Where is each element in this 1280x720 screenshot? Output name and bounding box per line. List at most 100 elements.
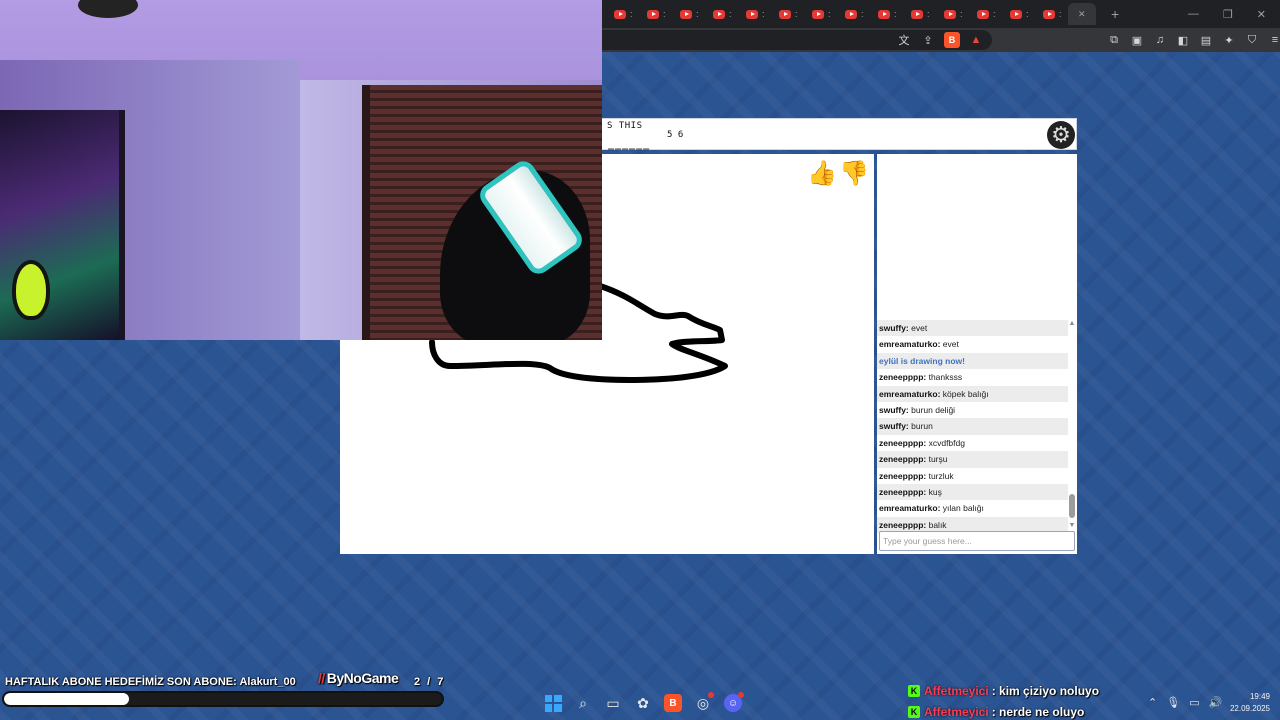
close-icon[interactable]: :	[696, 9, 699, 19]
screenshot-icon[interactable]: ▣	[1129, 32, 1145, 48]
browser-tab[interactable]: :	[639, 3, 669, 25]
thumbs-down-icon[interactable]: 👍	[839, 158, 869, 188]
search-icon[interactable]: ⌕	[572, 692, 594, 714]
network-icon[interactable]: ▭	[1189, 696, 1199, 709]
close-icon[interactable]: :	[795, 9, 798, 19]
close-icon[interactable]: :	[861, 9, 864, 19]
windows-start-icon[interactable]	[542, 692, 564, 714]
chat-message: zeneepppp: turzluk	[877, 468, 1068, 484]
gear-icon[interactable]: ⚙	[1047, 121, 1075, 149]
media-icon[interactable]: ♫	[1152, 32, 1168, 48]
word-hint-label: S THIS	[607, 121, 643, 131]
chat-text: thanksss	[926, 372, 963, 383]
brave-rewards-icon[interactable]: ▲	[968, 32, 984, 48]
menu-icon[interactable]: ≡	[1267, 32, 1280, 48]
youtube-icon	[614, 9, 626, 19]
leo-ai-icon[interactable]: ✦	[1221, 32, 1237, 48]
chat-text: burun	[908, 421, 933, 432]
brand-logo: //ByNoGame	[318, 670, 399, 686]
browser-tab-active[interactable]: ✕	[1068, 3, 1096, 25]
chat-text: turşu	[926, 454, 948, 465]
close-icon[interactable]: :	[663, 9, 666, 19]
word-length-indicator: 5 6	[667, 130, 684, 140]
close-icon[interactable]: ✕	[1078, 9, 1086, 19]
vpn-icon[interactable]: ⛉	[1244, 32, 1260, 48]
close-icon[interactable]: :	[993, 9, 996, 19]
scroll-thumb[interactable]	[1069, 494, 1075, 518]
youtube-icon	[1010, 9, 1022, 19]
close-icon[interactable]: :	[729, 9, 732, 19]
taskbar: ⌕ ▭ ✿ B ◎ ☺ ⌃ 🎙 ▭ 🔊	[0, 688, 1280, 720]
chat-log: swuffy: evet emreamaturko: evet eylül is d…	[877, 320, 1068, 534]
chat-message: emreamaturko: yılan balığı	[877, 500, 1068, 516]
volume-icon[interactable]: 🔊	[1209, 696, 1223, 709]
close-window-button[interactable]: ✕	[1257, 8, 1266, 21]
scroll-down-icon[interactable]: ▼	[1068, 522, 1076, 530]
chat-text: evet	[940, 339, 959, 350]
close-icon[interactable]: :	[630, 9, 633, 19]
chat-username: zeneepppp:	[879, 372, 927, 383]
youtube-icon	[680, 9, 692, 19]
chat-username: emreamaturko:	[879, 388, 941, 399]
close-icon[interactable]: :	[1059, 9, 1062, 19]
chat-message: zeneepppp: xcvdfbfdg	[877, 435, 1068, 451]
close-icon[interactable]: :	[894, 9, 897, 19]
youtube-icon	[746, 9, 758, 19]
discord-icon[interactable]: ☺	[722, 692, 744, 714]
thumbs-up-icon[interactable]: 👍	[807, 158, 837, 188]
wallet-icon[interactable]: ▤	[1198, 32, 1214, 48]
browser-tab[interactable]: :	[606, 3, 636, 25]
close-icon[interactable]: :	[1026, 9, 1029, 19]
browser-tab[interactable]: :	[903, 3, 933, 25]
word-blanks: ______	[608, 139, 651, 150]
maximize-button[interactable]: ❐	[1223, 8, 1233, 21]
browser-tab[interactable]: :	[1002, 3, 1032, 25]
share-icon[interactable]: ⇪	[920, 32, 936, 48]
close-icon[interactable]: :	[960, 9, 963, 19]
youtube-icon	[1043, 9, 1055, 19]
extensions-icon[interactable]: ⧉	[1106, 32, 1122, 48]
new-tab-button[interactable]: +	[1111, 6, 1119, 22]
guess-input[interactable]	[879, 531, 1075, 551]
clock-date: 22.09.2025	[1229, 704, 1270, 713]
browser-tab[interactable]: :	[1035, 3, 1065, 25]
chat-message: swuffy: burun	[877, 418, 1068, 435]
brave-shields-icon[interactable]: B	[944, 32, 960, 48]
translate-icon[interactable]: 文	[896, 32, 912, 48]
chat-message: emreamaturko: köpek balığı	[877, 385, 1068, 402]
chat-message: zeneepppp: turşu	[877, 451, 1068, 468]
chat-text: evet	[908, 323, 928, 333]
youtube-icon	[878, 9, 890, 19]
chevron-up-icon[interactable]: ⌃	[1148, 696, 1157, 709]
system-clock[interactable]: 19:49 22.09.2025	[1226, 691, 1270, 715]
browser-tab[interactable]: :	[705, 3, 735, 25]
scroll-up-icon[interactable]: ▲	[1068, 320, 1076, 328]
chatgpt-icon[interactable]: ✿	[632, 692, 654, 714]
browser-tab[interactable]: :	[672, 3, 702, 25]
chat-message: zeneepppp: thanksss	[877, 369, 1068, 385]
steam-icon[interactable]: ◎	[692, 692, 714, 714]
microphone-icon[interactable]: 🎙	[1166, 696, 1180, 709]
browser-tab-bar: :::::::::::::: ✕ + — ❐ ✕	[600, 0, 1280, 28]
browser-tab[interactable]: :	[837, 3, 867, 25]
close-icon[interactable]: :	[828, 9, 831, 19]
chat-message: swuffy: burun deliği	[877, 402, 1068, 418]
chat-message: emreamaturko: evet	[877, 336, 1068, 352]
youtube-icon	[713, 9, 725, 19]
browser-tab[interactable]: :	[936, 3, 966, 25]
youtube-icon	[944, 9, 956, 19]
file-explorer-icon[interactable]: ▭	[602, 692, 624, 714]
browser-tab[interactable]: :	[969, 3, 999, 25]
chat-scrollbar[interactable]: ▲ ▼	[1068, 320, 1076, 530]
minimize-button[interactable]: —	[1188, 8, 1199, 21]
chat-text: xcvdfbfdg	[926, 437, 965, 448]
browser-tab[interactable]: :	[738, 3, 768, 25]
close-icon[interactable]: :	[762, 9, 765, 19]
browser-tab[interactable]: :	[870, 3, 900, 25]
browser-tab[interactable]: :	[804, 3, 834, 25]
sidebar-icon[interactable]: ◧	[1175, 32, 1191, 48]
brave-browser-icon[interactable]: B	[662, 692, 684, 714]
browser-tab[interactable]: :	[771, 3, 801, 25]
wall-poster	[0, 110, 125, 340]
close-icon[interactable]: :	[927, 9, 930, 19]
